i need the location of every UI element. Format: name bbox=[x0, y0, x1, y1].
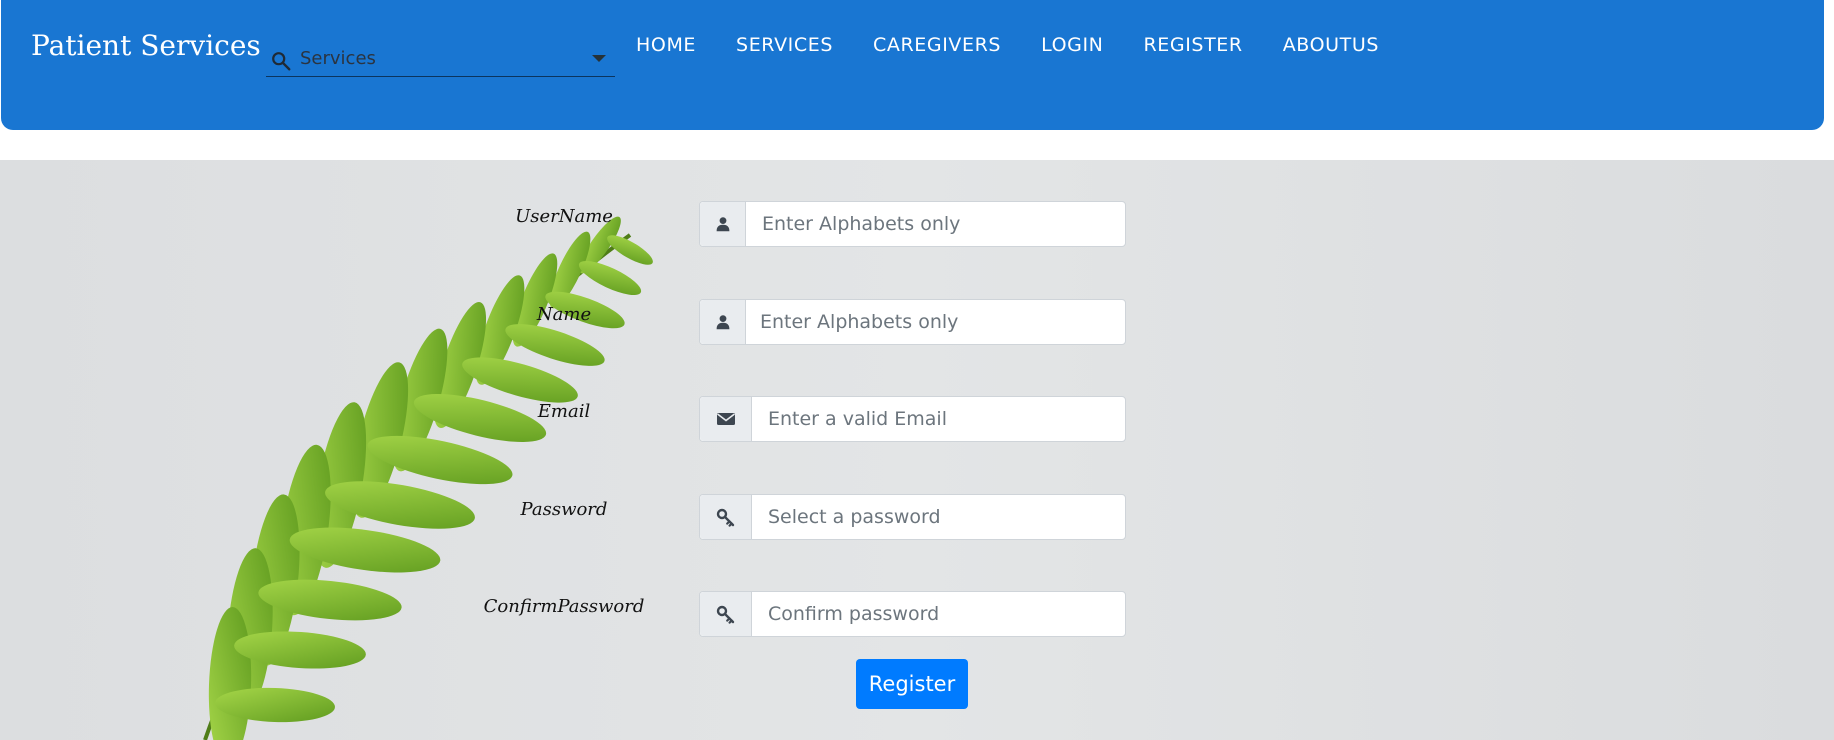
envelope-icon bbox=[700, 397, 752, 441]
email-input[interactable] bbox=[752, 397, 1125, 441]
nav-link-caregivers[interactable]: CAREGIVERS bbox=[873, 34, 1001, 56]
services-select-value: Services bbox=[300, 48, 376, 69]
nav-link-register[interactable]: REGISTER bbox=[1143, 34, 1242, 56]
name-label: Name bbox=[536, 304, 592, 325]
services-search-select[interactable]: Services bbox=[266, 43, 615, 77]
register-button[interactable]: Register bbox=[856, 659, 968, 709]
username-input-group bbox=[699, 201, 1126, 247]
nav-link-home[interactable]: HOME bbox=[636, 34, 696, 56]
nav-link-login[interactable]: LOGIN bbox=[1041, 34, 1103, 56]
nav-links: HOME SERVICES CAREGIVERS LOGIN REGISTER … bbox=[636, 34, 1419, 56]
email-input-group bbox=[699, 396, 1126, 442]
search-icon bbox=[272, 52, 291, 71]
username-label: UserName bbox=[515, 206, 613, 227]
chevron-down-icon[interactable] bbox=[592, 55, 606, 62]
name-input-group bbox=[699, 299, 1126, 345]
key-icon bbox=[700, 592, 752, 636]
password-input-group bbox=[699, 494, 1126, 540]
brand-title[interactable]: Patient Services bbox=[31, 29, 261, 62]
confirm-password-input-group bbox=[699, 591, 1126, 637]
name-input[interactable] bbox=[746, 300, 1125, 344]
nav-link-aboutus[interactable]: ABOUTUS bbox=[1283, 34, 1379, 56]
user-icon bbox=[700, 300, 746, 344]
user-icon bbox=[700, 202, 746, 246]
top-navbar: Patient Services Services HOME SERVICES … bbox=[1, 0, 1824, 130]
nav-link-services[interactable]: SERVICES bbox=[736, 34, 833, 56]
confirm-password-label: ConfirmPassword bbox=[483, 596, 645, 617]
username-input[interactable] bbox=[746, 202, 1125, 246]
email-label: Email bbox=[537, 401, 591, 422]
key-icon bbox=[700, 495, 752, 539]
fern-background-image bbox=[0, 160, 1834, 740]
confirm-password-input[interactable] bbox=[752, 592, 1125, 636]
password-label: Password bbox=[520, 499, 608, 520]
registration-section bbox=[0, 160, 1834, 740]
password-input[interactable] bbox=[752, 495, 1125, 539]
